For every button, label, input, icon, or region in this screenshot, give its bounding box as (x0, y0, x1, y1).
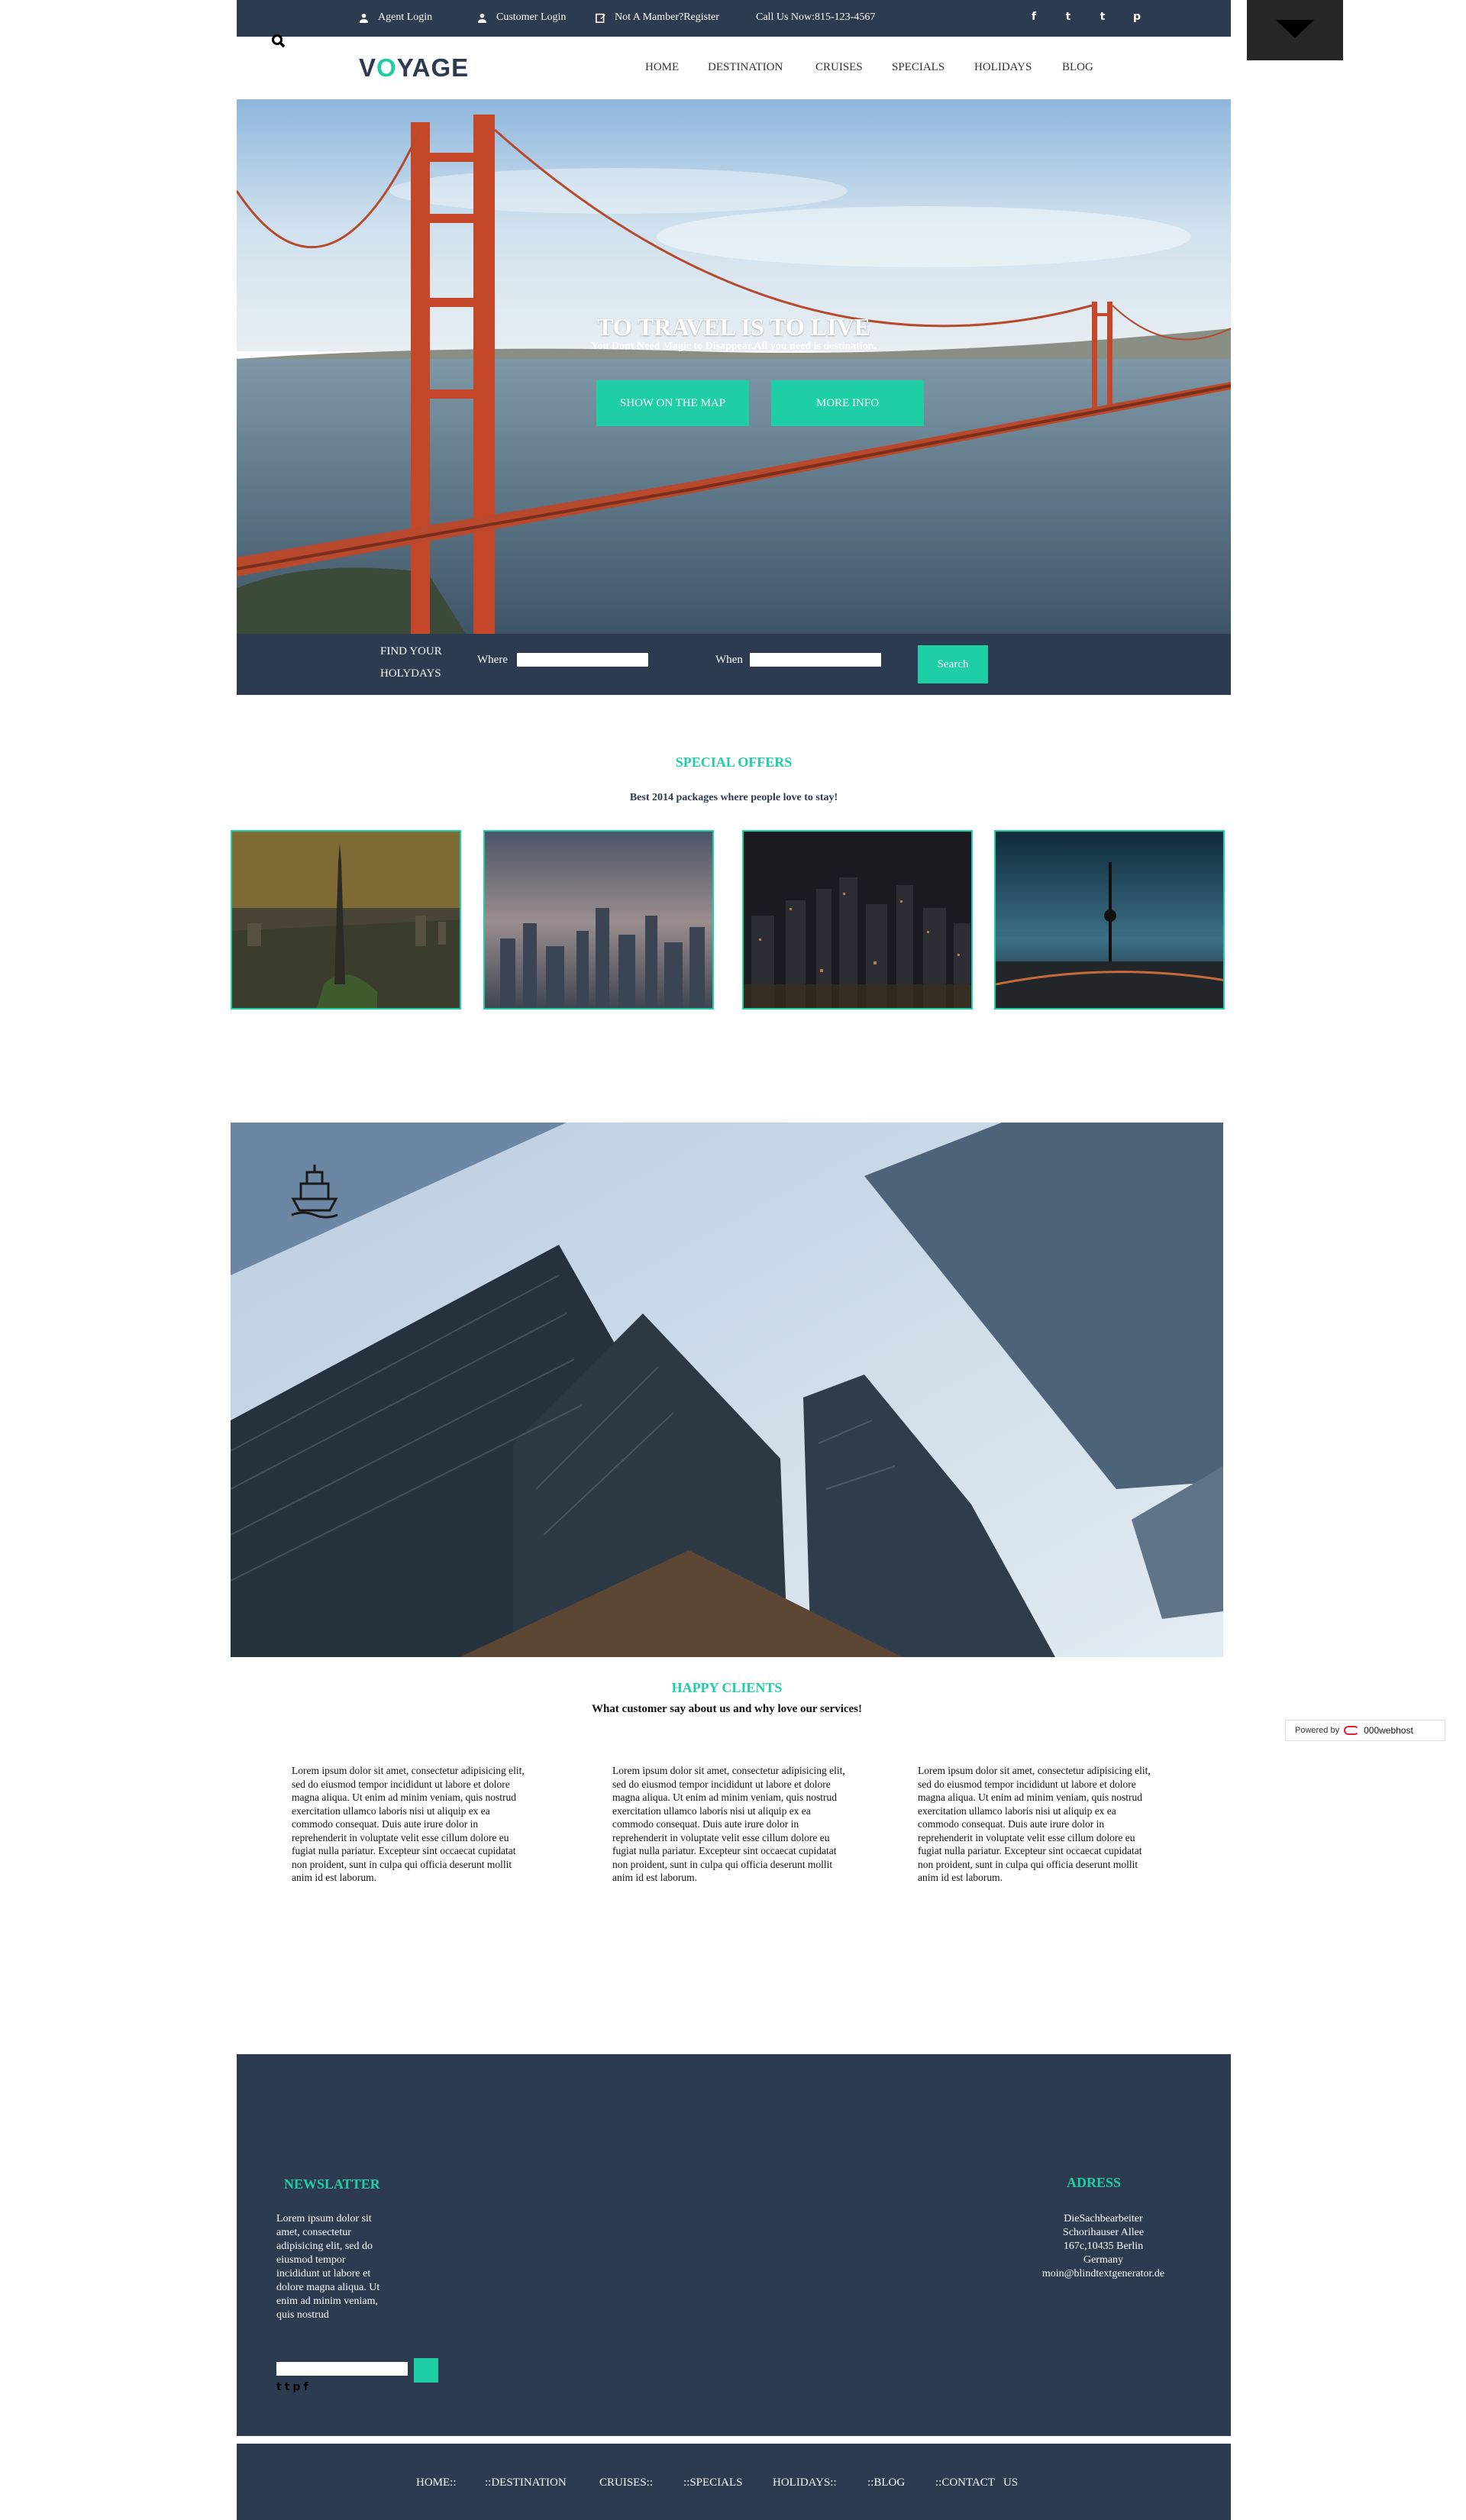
skyscraper-image (231, 1123, 1223, 1657)
user-icon (359, 13, 369, 23)
clients-title: HAPPY CLIENTS (671, 1680, 783, 1695)
logo-letter: V (359, 53, 377, 82)
customer-login-label: Customer Login (496, 11, 567, 23)
clients-subtitle: What customer say about us and why love … (591, 1703, 863, 1715)
tumblr-icon[interactable]: t (1096, 10, 1109, 24)
testimonial-text: Lorem ipsum dolor sit amet, consectetur … (292, 1765, 525, 1883)
register-label: Not A Mamber?Register (615, 11, 719, 23)
logo-accent-letter: O (376, 53, 397, 82)
hero-title: TO TRAVEL IS TO LIVE (596, 313, 871, 341)
logo-text: YAGE (396, 53, 470, 82)
holiday-search-bar: FIND YOUR HOLYDAYS Where When Search (237, 634, 1231, 695)
pinterest-icon[interactable]: p (292, 2381, 300, 2393)
night-city-image (744, 832, 971, 1008)
customer-login-link[interactable]: Customer Login (477, 11, 566, 24)
bottom-nav-home[interactable]: HOME:: (416, 2476, 457, 2489)
offers-subtitle: Best 2014 packages where people love to … (629, 792, 838, 803)
hero-subtitle: You Dont Need Magic to Disappear.All you… (590, 341, 877, 352)
bottom-nav-holidays[interactable]: HOLIDAYS:: (773, 2476, 837, 2489)
search-button[interactable]: Search (918, 645, 988, 683)
when-input[interactable] (750, 653, 881, 667)
edit-icon (596, 13, 605, 23)
testimonial-text: Lorem ipsum dolor sit amet, consectetur … (612, 1765, 845, 1883)
where-input[interactable] (517, 653, 648, 667)
tumblr-icon[interactable]: t (285, 2381, 290, 2393)
paris-image (232, 832, 460, 1008)
site-logo[interactable]: VOYAGE (359, 53, 469, 82)
footer: NEWSLATTER Lorem ipsum dolor sit amet, c… (237, 2054, 1231, 2436)
nav-specials[interactable]: SPECIALS (892, 61, 945, 74)
nav-destination[interactable]: DESTINATION (708, 61, 783, 74)
register-link[interactable]: Not A Mamber?Register (596, 11, 719, 24)
berlin-image (996, 832, 1223, 1008)
powered-label: Powered by (1295, 1726, 1340, 1735)
facebook-icon[interactable]: f (303, 2381, 308, 2393)
agent-login-label: Agent Login (378, 11, 433, 23)
call-us-text: Call Us Now:815-123-4567 (756, 11, 875, 24)
address-block: DieSachbearbeiter Schorihauser Allee 167… (1000, 2212, 1206, 2281)
address-title: ADRESS (1067, 2175, 1122, 2190)
offer-card-night-city[interactable] (742, 830, 973, 1010)
offer-card-hongkong[interactable] (483, 830, 714, 1010)
host-logo-icon (1344, 1726, 1360, 1735)
newsletter-submit-button[interactable] (414, 2358, 438, 2383)
pinterest-icon[interactable]: p (1130, 10, 1144, 24)
nav-blog[interactable]: BLOG (1062, 61, 1093, 74)
address-line: DieSachbearbeiter (1064, 2213, 1143, 2224)
bottom-nav-specials[interactable]: ::SPECIALS (683, 2476, 743, 2489)
when-label: When (715, 654, 743, 666)
address-line: Schorihauser Allee (1062, 2227, 1145, 2238)
footer-social-links: t t p f (276, 2381, 308, 2393)
hero-bridge-image (237, 99, 1231, 634)
address-email[interactable]: moin@blindtextgenerator.de (1000, 2267, 1206, 2281)
bottom-nav-destination[interactable]: ::DESTINATION (485, 2476, 567, 2489)
powered-by-badge[interactable]: Powered by 000webhost (1285, 1720, 1445, 1741)
testimonial-text: Lorem ipsum dolor sit amet, consectetur … (918, 1765, 1151, 1883)
nav-holidays[interactable]: HOLIDAYS (974, 61, 1032, 74)
newsletter-email-input[interactable] (276, 2362, 408, 2376)
offer-card-paris[interactable] (231, 830, 461, 1010)
twitter-icon[interactable]: t (276, 2381, 282, 2393)
call-us-label: Call Us Now:815-123-4567 (756, 11, 876, 23)
newsletter-title: NEWSLATTER (284, 2176, 380, 2192)
nav-cruises[interactable]: CRUISES (815, 61, 863, 74)
host-name: 000webhost (1364, 1725, 1413, 1736)
find-label-line2: HOLYDAYS (380, 667, 441, 680)
bottom-nav-contact[interactable]: ::CONTACT US (935, 2476, 1018, 2489)
twitter-icon[interactable]: t (1061, 10, 1075, 24)
show-on-map-button[interactable]: SHOW ON THE MAP (596, 380, 749, 426)
offers-title: SPECIAL OFFERS (675, 754, 793, 770)
facebook-icon[interactable]: f (1027, 10, 1041, 24)
user-icon (477, 13, 487, 23)
caret-down-icon (1276, 20, 1314, 38)
bottom-nav-blog[interactable]: ::BLOG (867, 2476, 905, 2489)
more-info-button[interactable]: MORE INFO (771, 380, 924, 426)
address-line: Germany (1083, 2254, 1124, 2266)
search-icon[interactable] (271, 34, 286, 49)
where-label: Where (477, 654, 508, 666)
dropdown-toggle-button[interactable] (1247, 0, 1343, 60)
newsletter-text: Lorem ipsum dolor sit amet, consectetur … (276, 2213, 380, 2321)
hongkong-image (485, 832, 712, 1008)
find-label-line1: FIND YOUR (380, 645, 442, 657)
nav-home[interactable]: HOME (645, 61, 679, 74)
agent-login-link[interactable]: Agent Login (359, 11, 432, 24)
top-bar: Agent Login Customer Login Not A Mamber?… (237, 0, 1231, 37)
offer-card-berlin[interactable] (994, 830, 1225, 1010)
address-line: 167c,10435 Berlin (1063, 2241, 1144, 2252)
bottom-nav: HOME:: ::DESTINATION CRUISES:: ::SPECIAL… (237, 2444, 1231, 2520)
bottom-nav-cruises[interactable]: CRUISES:: (599, 2476, 653, 2489)
